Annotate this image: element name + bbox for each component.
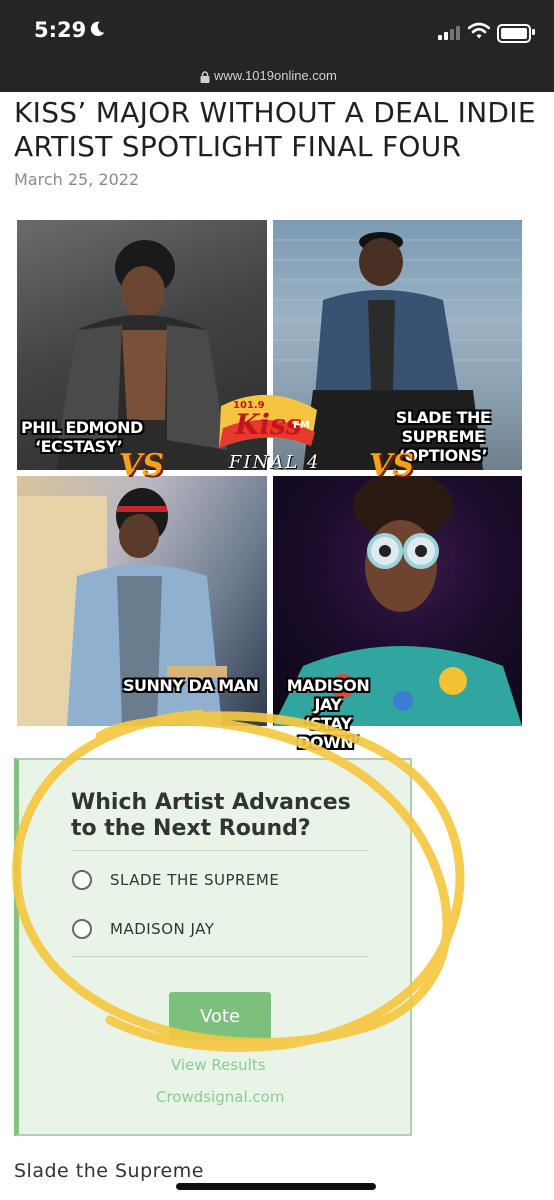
battery-nub [532,29,535,35]
article-date: March 25, 2022 [14,170,140,189]
radio-button[interactable] [72,870,92,890]
clock: 5:29 [34,18,87,42]
poll-divider-bottom [71,956,369,957]
artist-label-sunny-da-man: SUNNY DA MAN [123,676,259,695]
next-section-heading: Slade the Supreme [14,1160,204,1182]
browser-url-bar[interactable]: www.1019online.com [0,64,554,92]
poll-option-label: SLADE THE SUPREME [110,871,280,889]
vs-label-right: VS [369,448,414,483]
poll-option-madison-jay[interactable]: MADISON JAY [71,909,369,949]
poll-option-slade-the-supreme[interactable]: SLADE THE SUPREME [71,860,369,900]
svg-text:FM: FM [293,420,310,431]
vs-label-left: VS [119,448,164,483]
final-four-label: FINAL 4 [229,452,321,473]
final-four-image: PHIL EDMOND ‘ECSTASY’ SLADE THE SUPREME … [17,220,522,752]
svg-text:Kiss: Kiss [234,408,302,441]
radio-button[interactable] [72,919,92,939]
home-indicator[interactable] [176,1183,376,1190]
cellular-signal-icon [438,26,460,40]
lock-icon [200,70,210,83]
crowdsignal-link[interactable]: Crowdsignal.com [156,1088,284,1106]
vote-button[interactable]: Vote [169,992,271,1040]
artist-label-madison-jay: MADISON JAY ‘STAY DOWN’ [286,676,370,752]
moon-icon [90,21,105,37]
poll-widget: Which Artist Advances to the Next Round?… [14,758,412,1136]
view-results-link[interactable]: View Results [171,1056,266,1074]
article-title: KISS’ MAJOR WITHOUT A DEAL INDIE ARTIST … [14,96,536,163]
status-bar: 5:29 [0,0,554,64]
url-text: www.1019online.com [214,68,337,83]
poll-question: Which Artist Advances to the Next Round? [71,790,351,841]
poll-option-label: MADISON JAY [110,920,215,938]
wifi-icon [468,22,490,39]
battery-icon [497,24,531,43]
poll-divider-top [71,850,369,851]
